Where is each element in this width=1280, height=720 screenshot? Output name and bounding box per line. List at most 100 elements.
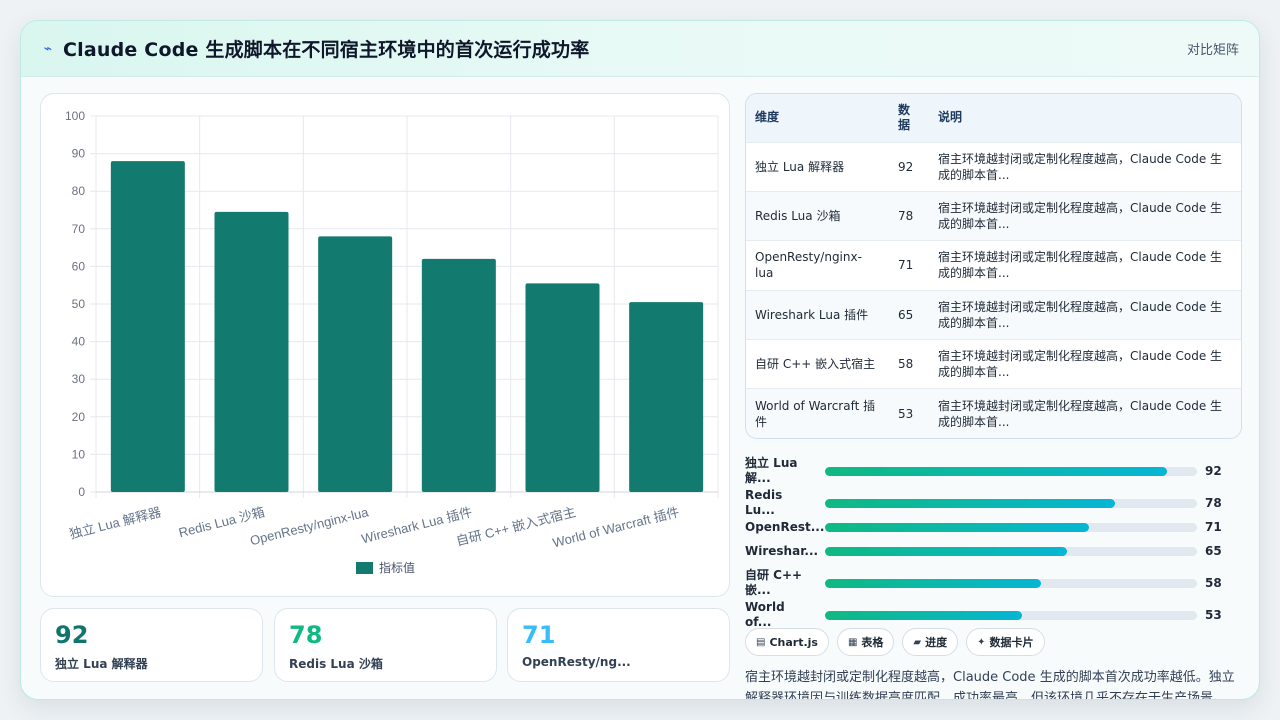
view-chip[interactable]: ✦ 数据卡片 (966, 628, 1045, 656)
progress-value: 78 (1205, 496, 1222, 510)
y-tick-label: 40 (72, 335, 86, 349)
kpi-value: 92 (55, 621, 89, 649)
bar (110, 161, 185, 492)
table-cell-value: 92 (898, 159, 914, 174)
table-row: World of Warcraft 插件 53 宿主环境越封闭或定制化程度越高，Cl… (746, 388, 1241, 438)
kpi-card: 78 Redis Lua 沙箱 (274, 608, 497, 682)
progress-label: 自研 C++ 嵌... (745, 568, 803, 597)
progress-value: 65 (1205, 544, 1222, 558)
chip-label: 数据卡片 (989, 636, 1034, 649)
progress-row: Wireshar... 65 (745, 536, 1225, 566)
progress-fill (825, 466, 1168, 476)
view-chip[interactable]: ▰ 进度 (902, 628, 959, 656)
bar (214, 211, 289, 492)
kpi-label: 独立 Lua 解释器 (55, 657, 148, 671)
header: ⌁ Claude Code 生成脚本在不同宿主环境中的首次运行成功率 对比矩阵 (21, 21, 1259, 77)
bar (318, 236, 393, 492)
bar (421, 258, 496, 492)
table-cell-value: 71 (898, 258, 914, 273)
table-cell-description: 宿主环境越封闭或定制化程度越高，Claude Code 生成的脚本首... (938, 250, 1223, 281)
table-row: OpenResty/nginx-lua 71 宿主环境越封闭或定制化程度越高，Cla… (746, 240, 1241, 290)
bolt-icon: ⌁ (43, 40, 53, 57)
progress-track (825, 578, 1197, 588)
progress-track (825, 610, 1197, 620)
progress-row: 独立 Lua 解... 92 (745, 456, 1225, 486)
progress-fill (825, 610, 1023, 620)
chip-icon: ▤ (756, 636, 766, 648)
y-tick-label: 0 (78, 485, 85, 499)
y-tick-label: 100 (65, 109, 85, 123)
compare-matrix-link[interactable]: 对比矩阵 (1187, 39, 1239, 58)
chip-icon: ▰ (913, 636, 922, 648)
table-header-row: 维度 数据 说明 (746, 94, 1241, 142)
y-tick-label: 20 (72, 410, 86, 424)
progress-value: 58 (1205, 576, 1222, 590)
kpi-card: 71 OpenResty/ng... (507, 608, 730, 682)
header-dimension: 维度 (755, 110, 780, 125)
x-tick-label: OpenResty/nginx-lua (248, 504, 370, 548)
legend-label: 指标值 (379, 560, 415, 575)
table-cell-dimension: Wireshark Lua 插件 (755, 307, 869, 322)
progress-value: 71 (1205, 520, 1222, 534)
header-data: 数据 (889, 94, 929, 142)
y-tick-label: 50 (72, 297, 86, 311)
progress-row: 自研 C++ 嵌... 58 (745, 568, 1225, 598)
table-cell-value: 65 (898, 307, 914, 322)
bar (525, 283, 600, 492)
title-wrap: ⌁ Claude Code 生成脚本在不同宿主环境中的首次运行成功率 (41, 35, 589, 62)
table-row: 自研 C++ 嵌入式宿主 58 宿主环境越封闭或定制化程度越高，Claude Cod… (746, 339, 1241, 389)
kpi-label: Redis Lua 沙箱 (289, 657, 383, 671)
header-description: 说明 (938, 110, 963, 125)
y-tick-label: 90 (72, 147, 86, 161)
table-cell-description: 宿主环境越封闭或定制化程度越高，Claude Code 生成的脚本首... (938, 398, 1223, 429)
kpi-label: OpenResty/ng... (522, 655, 631, 669)
progress-fill (825, 522, 1090, 532)
bar-chart-panel: 0 10 20 30 40 50 60 70 80 90 100 独立 Lua 解释器 Redis Lu… (40, 93, 730, 597)
table-cell-value: 58 (898, 357, 914, 372)
table-cell-dimension: Redis Lua 沙箱 (755, 209, 841, 224)
progress-fill (825, 578, 1041, 588)
summary-text: 宿主环境越封闭或定制化程度越高，Claude Code 生成的脚本首次成功率越低… (745, 670, 1235, 700)
header-data-text: 数据 (898, 102, 911, 132)
view-chip[interactable]: ▦ 表格 (836, 628, 895, 656)
table-cell-value: 53 (898, 406, 914, 421)
progress-value: 92 (1205, 464, 1222, 478)
chip-icon: ▦ (847, 636, 858, 648)
table-row: Redis Lua 沙箱 78 宿主环境越封闭或定制化程度越高，Claude Cod… (746, 191, 1241, 241)
legend-swatch (356, 562, 373, 574)
table-cell-dimension: 独立 Lua 解释器 (755, 159, 845, 174)
table-cell-description: 宿主环境越封闭或定制化程度越高，Claude Code 生成的脚本首... (938, 201, 1223, 232)
y-tick-label: 80 (72, 184, 86, 198)
progress-label: World of... (745, 600, 785, 629)
bar-chart: 0102030405060708090100独立 Lua 解释器 Redis Lu… (65, 109, 719, 575)
table-cell-value: 78 (898, 209, 914, 224)
table-cell-description: 宿主环境越封闭或定制化程度越高，Claude Code 生成的脚本首... (938, 349, 1223, 380)
y-tick-label: 70 (72, 222, 86, 236)
progress-label: 独立 Lua 解... (745, 456, 798, 485)
table-row: 独立 Lua 解释器 92 宿主环境越封闭或定制化程度越高，Claude Code … (746, 142, 1241, 191)
bar (629, 302, 704, 492)
data-table: 维度 数据 说明 独立 Lua 解释器 92 宿主环境越封闭或定制化程度越高，Cla… (746, 94, 1241, 438)
chip-icon: ✦ (977, 636, 986, 648)
page-title: Claude Code 生成脚本在不同宿主环境中的首次运行成功率 (63, 39, 590, 61)
progress-track (825, 522, 1197, 532)
chip-label: 进度 (925, 636, 948, 649)
progress-fill (825, 546, 1067, 556)
y-tick-label: 30 (72, 372, 86, 386)
dashboard-card: ⌁ Claude Code 生成脚本在不同宿主环境中的首次运行成功率 对比矩阵 … (20, 20, 1260, 700)
kpi-value: 78 (289, 621, 323, 649)
table-cell-description: 宿主环境越封闭或定制化程度越高，Claude Code 生成的脚本首... (938, 151, 1223, 182)
table-row: Wireshark Lua 插件 65 宿主环境越封闭或定制化程度越高，Claude… (746, 290, 1241, 340)
progress-label: Wireshar... (745, 543, 819, 558)
kpi-card: 92 独立 Lua 解释器 (40, 608, 263, 682)
view-chip[interactable]: ▤ Chart.js (745, 628, 829, 656)
view-chips: ▤ Chart.js ▦ 表格 ▰ 进度 ✦ 数据卡片 (745, 628, 1045, 656)
progress-row: World of... 53 (745, 600, 1225, 630)
chip-label: Chart.js (769, 635, 818, 649)
data-table-panel: 维度 数据 说明 独立 Lua 解释器 92 宿主环境越封闭或定制化程度越高，Cla… (745, 93, 1242, 439)
x-tick-label: 独立 Lua 解释器 (68, 504, 163, 541)
table-cell-dimension: World of Warcraft 插件 (755, 398, 876, 429)
progress-label: OpenRest... (745, 519, 825, 534)
progress-track (825, 466, 1197, 476)
kpi-value: 71 (522, 621, 556, 649)
